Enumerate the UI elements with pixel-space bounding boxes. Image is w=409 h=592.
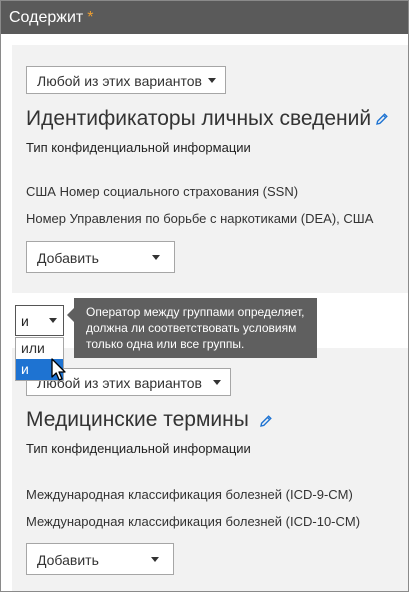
header-title: Содержит * [9, 9, 93, 27]
mouse-pointer-icon [51, 358, 66, 381]
group-title-2: Медицинские термины [26, 408, 249, 431]
add-button-label-2: Добавить [37, 552, 99, 568]
group-subheading-1: Тип конфиденциальной информации [26, 140, 251, 155]
group-title-1: Идентификаторы личных сведений [26, 107, 372, 130]
content-dialog: Содержит * Любой из этих вариантов Иденти… [0, 0, 409, 592]
header-bar: Содержит * [1, 1, 408, 34]
tooltip-line: только одна или все группы. [86, 337, 245, 351]
group-operator-select[interactable]: и [15, 305, 64, 336]
chevron-down-icon [208, 78, 216, 83]
add-button-2[interactable]: Добавить [26, 543, 174, 575]
group-subheading-2: Тип конфиденциальной информации [26, 441, 251, 456]
operator-tooltip: Оператор между группами определяет, долж… [67, 298, 317, 358]
list-item: Международная классификация болезней (IC… [26, 487, 353, 502]
tooltip-line: Оператор между группами определяет, [86, 305, 305, 319]
chevron-down-icon [152, 255, 160, 260]
pencil-icon[interactable] [375, 112, 389, 126]
tooltip-line: должна ли соответствовать условиям [86, 321, 297, 335]
operator-option-or[interactable]: или [16, 338, 63, 359]
match-mode-select-1[interactable]: Любой из этих вариантов [26, 66, 226, 94]
add-button-label-1: Добавить [37, 250, 99, 266]
header-title-text: Содержит [9, 9, 84, 26]
chevron-down-icon [49, 318, 57, 323]
condition-group-1: Любой из этих вариантов Идентификаторы л… [12, 45, 408, 293]
pencil-icon[interactable] [259, 414, 273, 428]
chevron-down-icon [213, 380, 221, 385]
group-operator-value: и [21, 313, 29, 329]
list-item: США Номер социального страхования (SSN) [26, 184, 299, 199]
match-mode-value-1: Любой из этих вариантов [37, 73, 202, 89]
condition-group-2: Любой из этих вариантов Медицинские терм… [12, 348, 408, 591]
list-item: Международная классификация болезней (IC… [26, 514, 361, 529]
chevron-down-icon [151, 557, 159, 562]
required-mark: * [87, 9, 94, 26]
add-button-1[interactable]: Добавить [26, 241, 175, 273]
list-item: Номер Управления по борьбе с наркотиками… [26, 211, 374, 226]
